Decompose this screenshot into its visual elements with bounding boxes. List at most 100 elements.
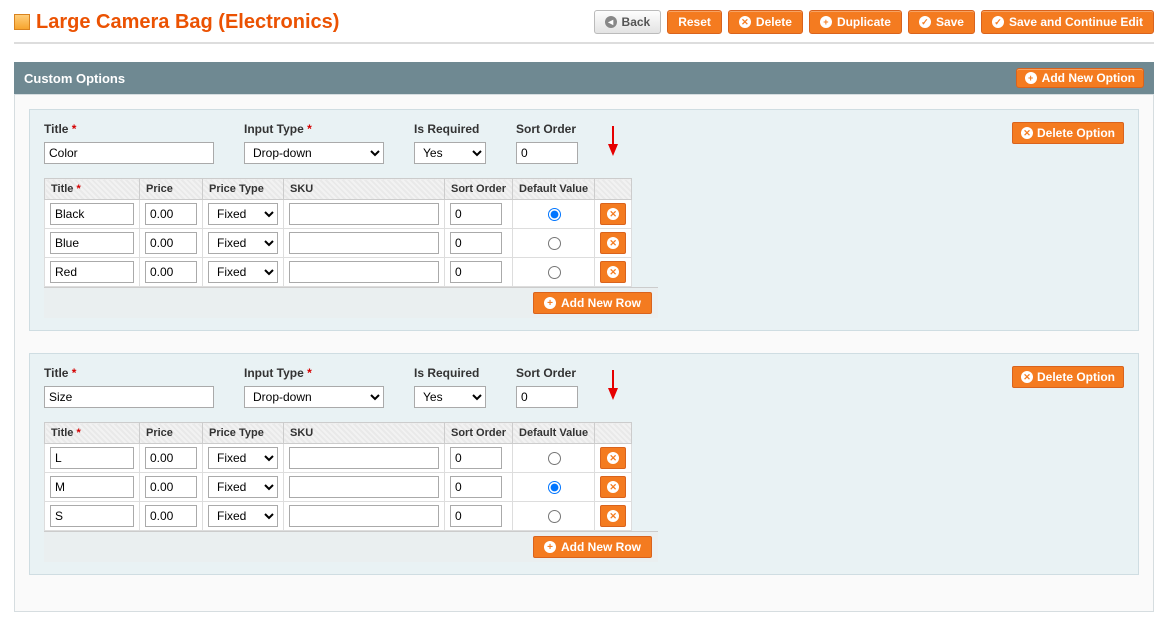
page-header: Large Camera Bag (Electronics) ◄ Back Re… xyxy=(14,6,1154,44)
col-price-type-header: Price Type xyxy=(203,179,284,200)
col-sku-header: SKU xyxy=(284,423,445,444)
save-continue-label: Save and Continue Edit xyxy=(1009,15,1143,29)
row-price-type-select[interactable]: Fixed xyxy=(208,447,278,469)
row-delete-button[interactable]: ✕ xyxy=(600,261,626,283)
row-price-input[interactable] xyxy=(145,476,197,498)
row-sku-input[interactable] xyxy=(289,203,439,225)
row-price-type-select[interactable]: Fixed xyxy=(208,505,278,527)
col-default-header: Default Value xyxy=(513,423,595,444)
row-price-input[interactable] xyxy=(145,447,197,469)
row-price-input[interactable] xyxy=(145,505,197,527)
is-required-select[interactable]: Yes xyxy=(414,142,486,164)
option-block: ✕ Delete Option Title * Input Type * Dro… xyxy=(29,353,1139,575)
add-row-label: Add New Row xyxy=(561,296,641,310)
title-label: Title * xyxy=(44,122,214,136)
row-default-radio[interactable] xyxy=(548,237,561,250)
add-row-button[interactable]: + Add New Row xyxy=(533,536,652,558)
add-row-label: Add New Row xyxy=(561,540,641,554)
save-continue-button[interactable]: ✓ Save and Continue Edit xyxy=(981,10,1154,34)
row-sort-input[interactable] xyxy=(450,447,502,469)
check-icon: ✓ xyxy=(992,16,1004,28)
sort-order-input[interactable] xyxy=(516,386,578,408)
option-title-input[interactable] xyxy=(44,142,214,164)
delete-icon: ✕ xyxy=(739,16,751,28)
delete-icon: ✕ xyxy=(607,481,619,493)
row-title-input[interactable] xyxy=(50,261,134,283)
toolbar: ◄ Back Reset ✕ Delete + Duplicate ✓ Save… xyxy=(594,10,1154,34)
row-sku-input[interactable] xyxy=(289,447,439,469)
row-price-type-select[interactable]: Fixed xyxy=(208,261,278,283)
row-price-type-select[interactable]: Fixed xyxy=(208,232,278,254)
plus-icon: + xyxy=(544,541,556,553)
row-default-radio[interactable] xyxy=(548,452,561,465)
delete-icon: ✕ xyxy=(607,510,619,522)
row-sort-input[interactable] xyxy=(450,505,502,527)
sort-order-label: Sort Order xyxy=(516,122,578,136)
row-delete-button[interactable]: ✕ xyxy=(600,505,626,527)
option-title-input[interactable] xyxy=(44,386,214,408)
row-sort-input[interactable] xyxy=(450,476,502,498)
row-default-radio[interactable] xyxy=(548,481,561,494)
col-price-header: Price xyxy=(140,179,203,200)
row-title-input[interactable] xyxy=(50,476,134,498)
sort-order-input[interactable] xyxy=(516,142,578,164)
add-option-button[interactable]: + Add New Option xyxy=(1016,68,1144,88)
delete-icon: ✕ xyxy=(607,208,619,220)
col-sort-header: Sort Order xyxy=(445,423,513,444)
row-sku-input[interactable] xyxy=(289,261,439,283)
table-row: Fixed ✕ xyxy=(45,444,632,473)
col-sort-header: Sort Order xyxy=(445,179,513,200)
product-icon xyxy=(14,14,30,30)
row-price-input[interactable] xyxy=(145,203,197,225)
plus-icon: + xyxy=(544,297,556,309)
row-sku-input[interactable] xyxy=(289,232,439,254)
row-delete-button[interactable]: ✕ xyxy=(600,203,626,225)
delete-button[interactable]: ✕ Delete xyxy=(728,10,803,34)
back-label: Back xyxy=(622,15,651,29)
add-row-button[interactable]: + Add New Row xyxy=(533,292,652,314)
row-price-type-select[interactable]: Fixed xyxy=(208,476,278,498)
row-title-input[interactable] xyxy=(50,203,134,225)
is-required-label: Is Required xyxy=(414,122,486,136)
row-delete-button[interactable]: ✕ xyxy=(600,476,626,498)
col-actions-header xyxy=(595,179,632,200)
reset-button[interactable]: Reset xyxy=(667,10,722,34)
delete-label: Delete xyxy=(756,15,792,29)
save-button[interactable]: ✓ Save xyxy=(908,10,975,34)
table-row: Fixed ✕ xyxy=(45,200,632,229)
duplicate-button[interactable]: + Duplicate xyxy=(809,10,902,34)
row-default-radio[interactable] xyxy=(548,208,561,221)
row-sku-input[interactable] xyxy=(289,476,439,498)
row-default-radio[interactable] xyxy=(548,510,561,523)
row-delete-button[interactable]: ✕ xyxy=(600,447,626,469)
input-type-select[interactable]: Drop-down xyxy=(244,386,384,408)
row-sort-input[interactable] xyxy=(450,203,502,225)
row-price-input[interactable] xyxy=(145,261,197,283)
reset-label: Reset xyxy=(678,15,711,29)
row-title-input[interactable] xyxy=(50,232,134,254)
is-required-select[interactable]: Yes xyxy=(414,386,486,408)
input-type-label: Input Type * xyxy=(244,122,384,136)
option-rows-table: Title * Price Price Type SKU Sort Order … xyxy=(44,422,632,531)
row-sku-input[interactable] xyxy=(289,505,439,527)
delete-icon: ✕ xyxy=(607,266,619,278)
row-sort-input[interactable] xyxy=(450,232,502,254)
row-price-type-select[interactable]: Fixed xyxy=(208,203,278,225)
col-title-header: Title * xyxy=(45,423,140,444)
input-type-label: Input Type * xyxy=(244,366,384,380)
table-row: Fixed ✕ xyxy=(45,229,632,258)
row-title-input[interactable] xyxy=(50,447,134,469)
input-type-select[interactable]: Drop-down xyxy=(244,142,384,164)
option-block: ✕ Delete Option Title * Input Type * Dro… xyxy=(29,109,1139,331)
row-price-input[interactable] xyxy=(145,232,197,254)
row-delete-button[interactable]: ✕ xyxy=(600,232,626,254)
row-default-radio[interactable] xyxy=(548,266,561,279)
add-option-label: Add New Option xyxy=(1042,71,1135,85)
row-sort-input[interactable] xyxy=(450,261,502,283)
col-price-header: Price xyxy=(140,423,203,444)
section-bar: Custom Options + Add New Option xyxy=(14,62,1154,94)
row-title-input[interactable] xyxy=(50,505,134,527)
back-button[interactable]: ◄ Back xyxy=(594,10,662,34)
duplicate-label: Duplicate xyxy=(837,15,891,29)
col-actions-header xyxy=(595,423,632,444)
